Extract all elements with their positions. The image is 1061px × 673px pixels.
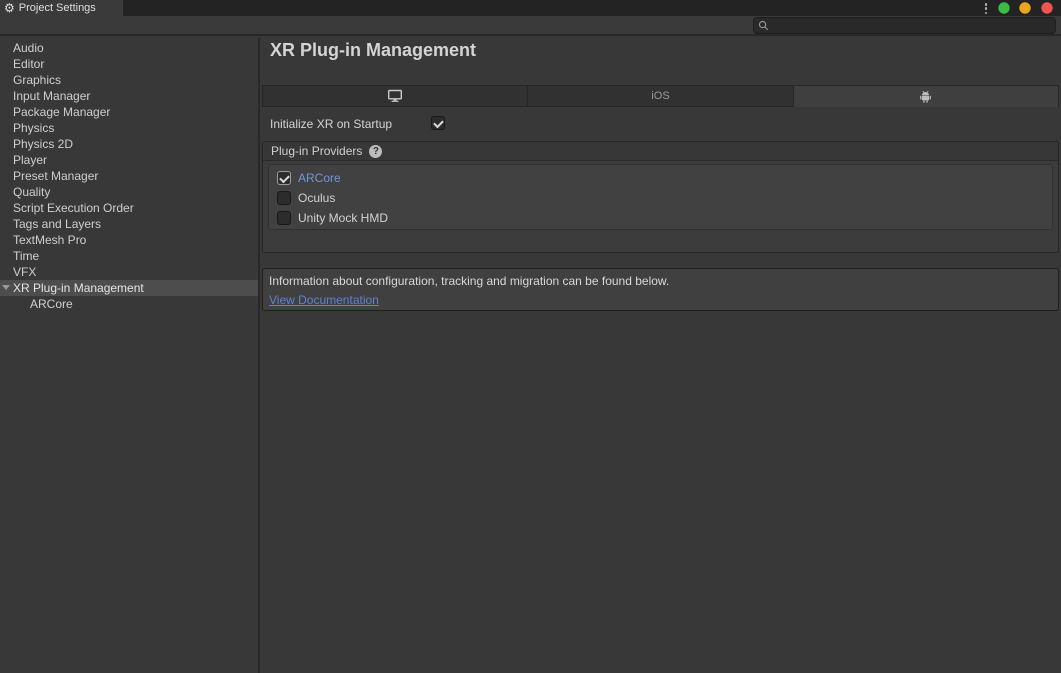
sidebar-item-input-manager[interactable]: Input Manager bbox=[0, 88, 258, 104]
tab-ios[interactable]: iOS bbox=[527, 85, 793, 107]
arcore-label: ARCore bbox=[298, 171, 341, 185]
search-box[interactable] bbox=[753, 17, 1056, 34]
sidebar-item-textmesh-pro[interactable]: TextMesh Pro bbox=[0, 232, 258, 248]
platform-tab-strip: iOS bbox=[262, 85, 1059, 107]
sidebar-item-label: XR Plug-in Management bbox=[13, 281, 144, 295]
arcore-checkbox[interactable] bbox=[277, 171, 291, 185]
sidebar-item-script-execution-order[interactable]: Script Execution Order bbox=[0, 200, 258, 216]
oculus-label: Oculus bbox=[298, 191, 335, 205]
main-panel: XR Plug-in Management iOS bbox=[260, 38, 1061, 673]
sidebar-item-preset-manager[interactable]: Preset Manager bbox=[0, 168, 258, 184]
provider-row-unity-mock-hmd[interactable]: Unity Mock HMD bbox=[269, 208, 1052, 228]
plugin-providers-list: ARCore Oculus Unity Mock HMD bbox=[268, 164, 1053, 230]
android-icon bbox=[918, 89, 933, 104]
foldout-expanded-icon[interactable] bbox=[2, 285, 10, 290]
info-help-box: Information about configuration, trackin… bbox=[262, 268, 1059, 311]
tab-title: Project Settings bbox=[19, 2, 96, 14]
tab-standalone[interactable] bbox=[262, 85, 528, 107]
initialize-xr-row: Initialize XR on Startup bbox=[270, 116, 1051, 132]
page-title: XR Plug-in Management bbox=[270, 40, 476, 61]
more-options-icon[interactable] bbox=[982, 3, 990, 14]
traffic-light-red[interactable] bbox=[1041, 2, 1053, 14]
sidebar-item-quality[interactable]: Quality bbox=[0, 184, 258, 200]
sidebar-item-tags-and-layers[interactable]: Tags and Layers bbox=[0, 216, 258, 232]
gear-icon: ⚙ bbox=[4, 2, 15, 14]
info-text: Information about configuration, trackin… bbox=[269, 273, 1052, 289]
sidebar-item-physics-2d[interactable]: Physics 2D bbox=[0, 136, 258, 152]
provider-row-arcore[interactable]: ARCore bbox=[269, 168, 1052, 188]
sidebar-item-editor[interactable]: Editor bbox=[0, 56, 258, 72]
view-documentation-link[interactable]: View Documentation bbox=[269, 292, 379, 308]
sidebar-item-time[interactable]: Time bbox=[0, 248, 258, 264]
sidebar-item-xr-plugin-management[interactable]: XR Plug-in Management bbox=[0, 280, 258, 296]
search-input[interactable] bbox=[772, 20, 1051, 32]
settings-sidebar: Audio Editor Graphics Input Manager Pack… bbox=[0, 38, 258, 673]
sidebar-item-graphics[interactable]: Graphics bbox=[0, 72, 258, 88]
sidebar-item-audio[interactable]: Audio bbox=[0, 40, 258, 56]
initialize-xr-checkbox[interactable] bbox=[431, 116, 445, 130]
provider-row-oculus[interactable]: Oculus bbox=[269, 188, 1052, 208]
unity-mock-hmd-label: Unity Mock HMD bbox=[298, 211, 388, 225]
project-settings-tab[interactable]: ⚙ Project Settings bbox=[0, 0, 123, 16]
plugin-providers-group: Plug-in Providers ? ARCore Oculus Unity … bbox=[262, 141, 1059, 253]
help-icon[interactable]: ? bbox=[369, 145, 382, 158]
sidebar-item-physics[interactable]: Physics bbox=[0, 120, 258, 136]
tab-ios-label: iOS bbox=[651, 90, 669, 102]
unity-mock-hmd-checkbox[interactable] bbox=[277, 211, 291, 225]
sidebar-item-player[interactable]: Player bbox=[0, 152, 258, 168]
monitor-icon bbox=[387, 89, 403, 103]
window-tab-bar: ⚙ Project Settings bbox=[0, 0, 1061, 16]
oculus-checkbox[interactable] bbox=[277, 191, 291, 205]
sidebar-item-vfx[interactable]: VFX bbox=[0, 264, 258, 280]
plugin-providers-title: Plug-in Providers bbox=[271, 144, 362, 158]
tab-android[interactable] bbox=[793, 85, 1059, 107]
sidebar-item-package-manager[interactable]: Package Manager bbox=[0, 104, 258, 120]
toolbar bbox=[0, 16, 1061, 36]
sidebar-item-arcore[interactable]: ARCore bbox=[0, 296, 258, 312]
traffic-light-green[interactable] bbox=[998, 2, 1010, 14]
project-settings-window: ⚙ Project Settings Audio Editor Graphics… bbox=[0, 0, 1061, 673]
initialize-xr-label: Initialize XR on Startup bbox=[270, 117, 392, 131]
search-icon bbox=[758, 20, 769, 31]
traffic-light-yellow[interactable] bbox=[1019, 2, 1031, 14]
plugin-providers-header: Plug-in Providers ? bbox=[263, 142, 1058, 161]
